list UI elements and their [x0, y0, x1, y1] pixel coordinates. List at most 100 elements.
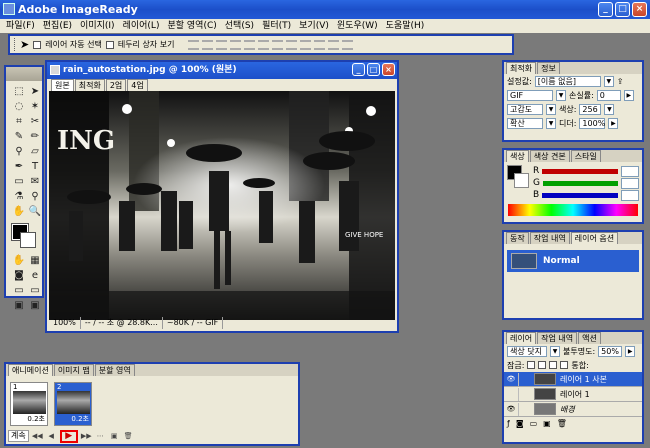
reduction-dropdown-icon[interactable]: ▼	[546, 103, 556, 115]
auto-select-checkbox[interactable]	[33, 40, 42, 49]
lock-all-checkbox[interactable]	[560, 361, 569, 369]
menu-edit[interactable]: 편집(E)	[41, 19, 78, 33]
document-canvas-photo[interactable]: ING GIVE HOPE	[49, 91, 395, 320]
show-bounds-checkbox[interactable]	[105, 40, 114, 49]
align-top-icon[interactable]	[188, 39, 200, 50]
tab-optimized[interactable]: 최적화	[74, 79, 105, 91]
distribute-bottom-icon[interactable]	[300, 39, 312, 50]
eyedropper-tool-icon[interactable]: ⚗	[12, 190, 26, 203]
zoom-tool-icon[interactable]: ⚲	[28, 190, 42, 203]
align-hcenter-icon[interactable]	[244, 39, 256, 50]
tab-layer-options[interactable]: 레이어 옵션	[570, 232, 619, 244]
format-dropdown-icon[interactable]: ▼	[556, 89, 566, 101]
visibility-eye-icon[interactable]: 👁	[504, 405, 518, 413]
tab-layers-actions[interactable]: 액션	[578, 332, 601, 344]
layer-row[interactable]: 👁 배경	[504, 402, 642, 417]
toggle-slices-icon[interactable]: ▦	[28, 254, 42, 267]
doc-maximize-button[interactable]: □	[367, 63, 380, 76]
tab-swatches[interactable]: 색상 견본	[529, 150, 570, 162]
lock-image-checkbox[interactable]	[538, 361, 547, 369]
lock-transparency-checkbox[interactable]	[527, 361, 536, 369]
dither-input[interactable]: 100%	[579, 117, 606, 129]
toolbox-header[interactable]	[6, 67, 42, 81]
preset-select[interactable]: [이름 없음]	[534, 75, 601, 87]
doc-close-button[interactable]: ×	[382, 63, 395, 76]
lossy-dropdown-icon[interactable]: ▶	[623, 89, 634, 101]
align-left-icon[interactable]	[230, 39, 242, 50]
tab-animation[interactable]: 애니메이션	[8, 364, 53, 376]
history-state-row[interactable]: Normal	[507, 250, 639, 272]
red-input[interactable]	[621, 165, 639, 177]
lossy-input[interactable]: 0	[596, 89, 621, 101]
distribute-top-icon[interactable]	[272, 39, 284, 50]
dither-method-select[interactable]: 확산	[507, 117, 543, 129]
zoom2-tool-icon[interactable]: 🔍	[28, 205, 42, 218]
distribute-vcenter-icon[interactable]	[286, 39, 298, 50]
background-color-swatch[interactable]	[20, 232, 36, 248]
lock-position-checkbox[interactable]	[549, 361, 558, 369]
menu-layer[interactable]: 레이어(L)	[121, 19, 166, 33]
color-spectrum-ramp[interactable]	[508, 204, 638, 216]
screen-mode-full-icon[interactable]: ▭	[28, 284, 42, 297]
blue-slider[interactable]	[542, 192, 618, 198]
tab-original[interactable]: 원본	[51, 79, 74, 91]
dither-dropdown-icon[interactable]: ▶	[608, 117, 619, 129]
distribute-right-icon[interactable]	[342, 39, 354, 50]
menu-filter[interactable]: 필터(T)	[260, 19, 297, 33]
new-set-icon[interactable]: ▭	[530, 419, 538, 428]
zoom-level[interactable]: 100%	[49, 317, 81, 329]
pen-tool-icon[interactable]: ✒	[12, 160, 26, 173]
layer-mask-icon[interactable]: ◙	[516, 419, 524, 428]
lasso-tool-icon[interactable]: ◌	[12, 100, 26, 113]
close-button[interactable]: ×	[632, 2, 647, 17]
menu-window[interactable]: 윈도우(W)	[335, 19, 384, 33]
tab-history[interactable]: 작업 내역	[529, 232, 570, 244]
slice-tool-icon[interactable]: ✂	[28, 115, 42, 128]
tab-image-map[interactable]: 이미지 맵	[53, 364, 94, 376]
layer-link-icon[interactable]	[518, 387, 530, 401]
jump-to-photoshop-icon[interactable]: ▣	[12, 299, 26, 312]
align-right-icon[interactable]	[258, 39, 270, 50]
duplicate-frame-icon[interactable]: ▣	[109, 431, 120, 441]
layer-link-icon[interactable]	[518, 372, 530, 386]
tab-2up[interactable]: 2업	[105, 79, 127, 91]
colors-input[interactable]: 256	[579, 103, 602, 115]
tween-icon[interactable]: ⋯	[95, 431, 106, 441]
notes-tool-icon[interactable]: ✉	[28, 175, 42, 188]
reduction-select[interactable]: 고감도	[507, 103, 543, 115]
frame-delay[interactable]: 0.2초	[27, 414, 45, 424]
layer-row[interactable]: 레이어 1	[504, 387, 642, 402]
file-size[interactable]: ~80K / -- GIF	[163, 317, 224, 329]
first-frame-icon[interactable]: ◀◀	[32, 431, 43, 441]
layer-row[interactable]: 👁 레이어 1 사본	[504, 372, 642, 387]
play-icon[interactable]: ▶	[59, 429, 78, 443]
preview-browser-icon[interactable]: e	[28, 269, 42, 282]
menu-view[interactable]: 보기(V)	[297, 19, 335, 33]
green-slider[interactable]	[542, 180, 618, 186]
tab-info[interactable]: 정보	[537, 62, 560, 74]
next-frame-icon[interactable]: ▶▶	[81, 431, 92, 441]
animation-frame[interactable]: 2 0.2초	[54, 382, 92, 426]
tab-optimize[interactable]: 최적화	[506, 62, 537, 74]
menu-image[interactable]: 이미지(I)	[78, 19, 121, 33]
hand-tool-icon[interactable]: ✋	[12, 205, 26, 218]
tab-layers[interactable]: 레이어	[506, 332, 537, 344]
stamp-tool-icon[interactable]: ⚲	[12, 145, 26, 158]
delete-frame-icon[interactable]: 🗑	[123, 431, 134, 441]
tab-actions[interactable]: 동작	[506, 232, 529, 244]
screen-mode-icon[interactable]: ▣	[28, 299, 42, 312]
tab-color[interactable]: 색상	[506, 150, 529, 162]
new-layer-icon[interactable]: ▣	[543, 419, 551, 428]
red-slider[interactable]	[542, 168, 618, 174]
tab-4up[interactable]: 4업	[127, 79, 148, 91]
dither-method-dropdown-icon[interactable]: ▼	[546, 117, 556, 129]
tab-layers-history[interactable]: 작업 내역	[537, 332, 578, 344]
frame-delay[interactable]: 0.2초	[71, 414, 89, 424]
opacity-dropdown-icon[interactable]: ▶	[625, 345, 636, 357]
green-input[interactable]	[621, 177, 639, 189]
colors-dropdown-icon[interactable]: ▼	[604, 103, 615, 115]
eraser-tool-icon[interactable]: ▱	[28, 145, 42, 158]
opacity-input[interactable]: 50%	[598, 345, 623, 357]
layer-link-icon[interactable]	[518, 402, 530, 416]
loop-select[interactable]: 계속	[8, 430, 29, 442]
